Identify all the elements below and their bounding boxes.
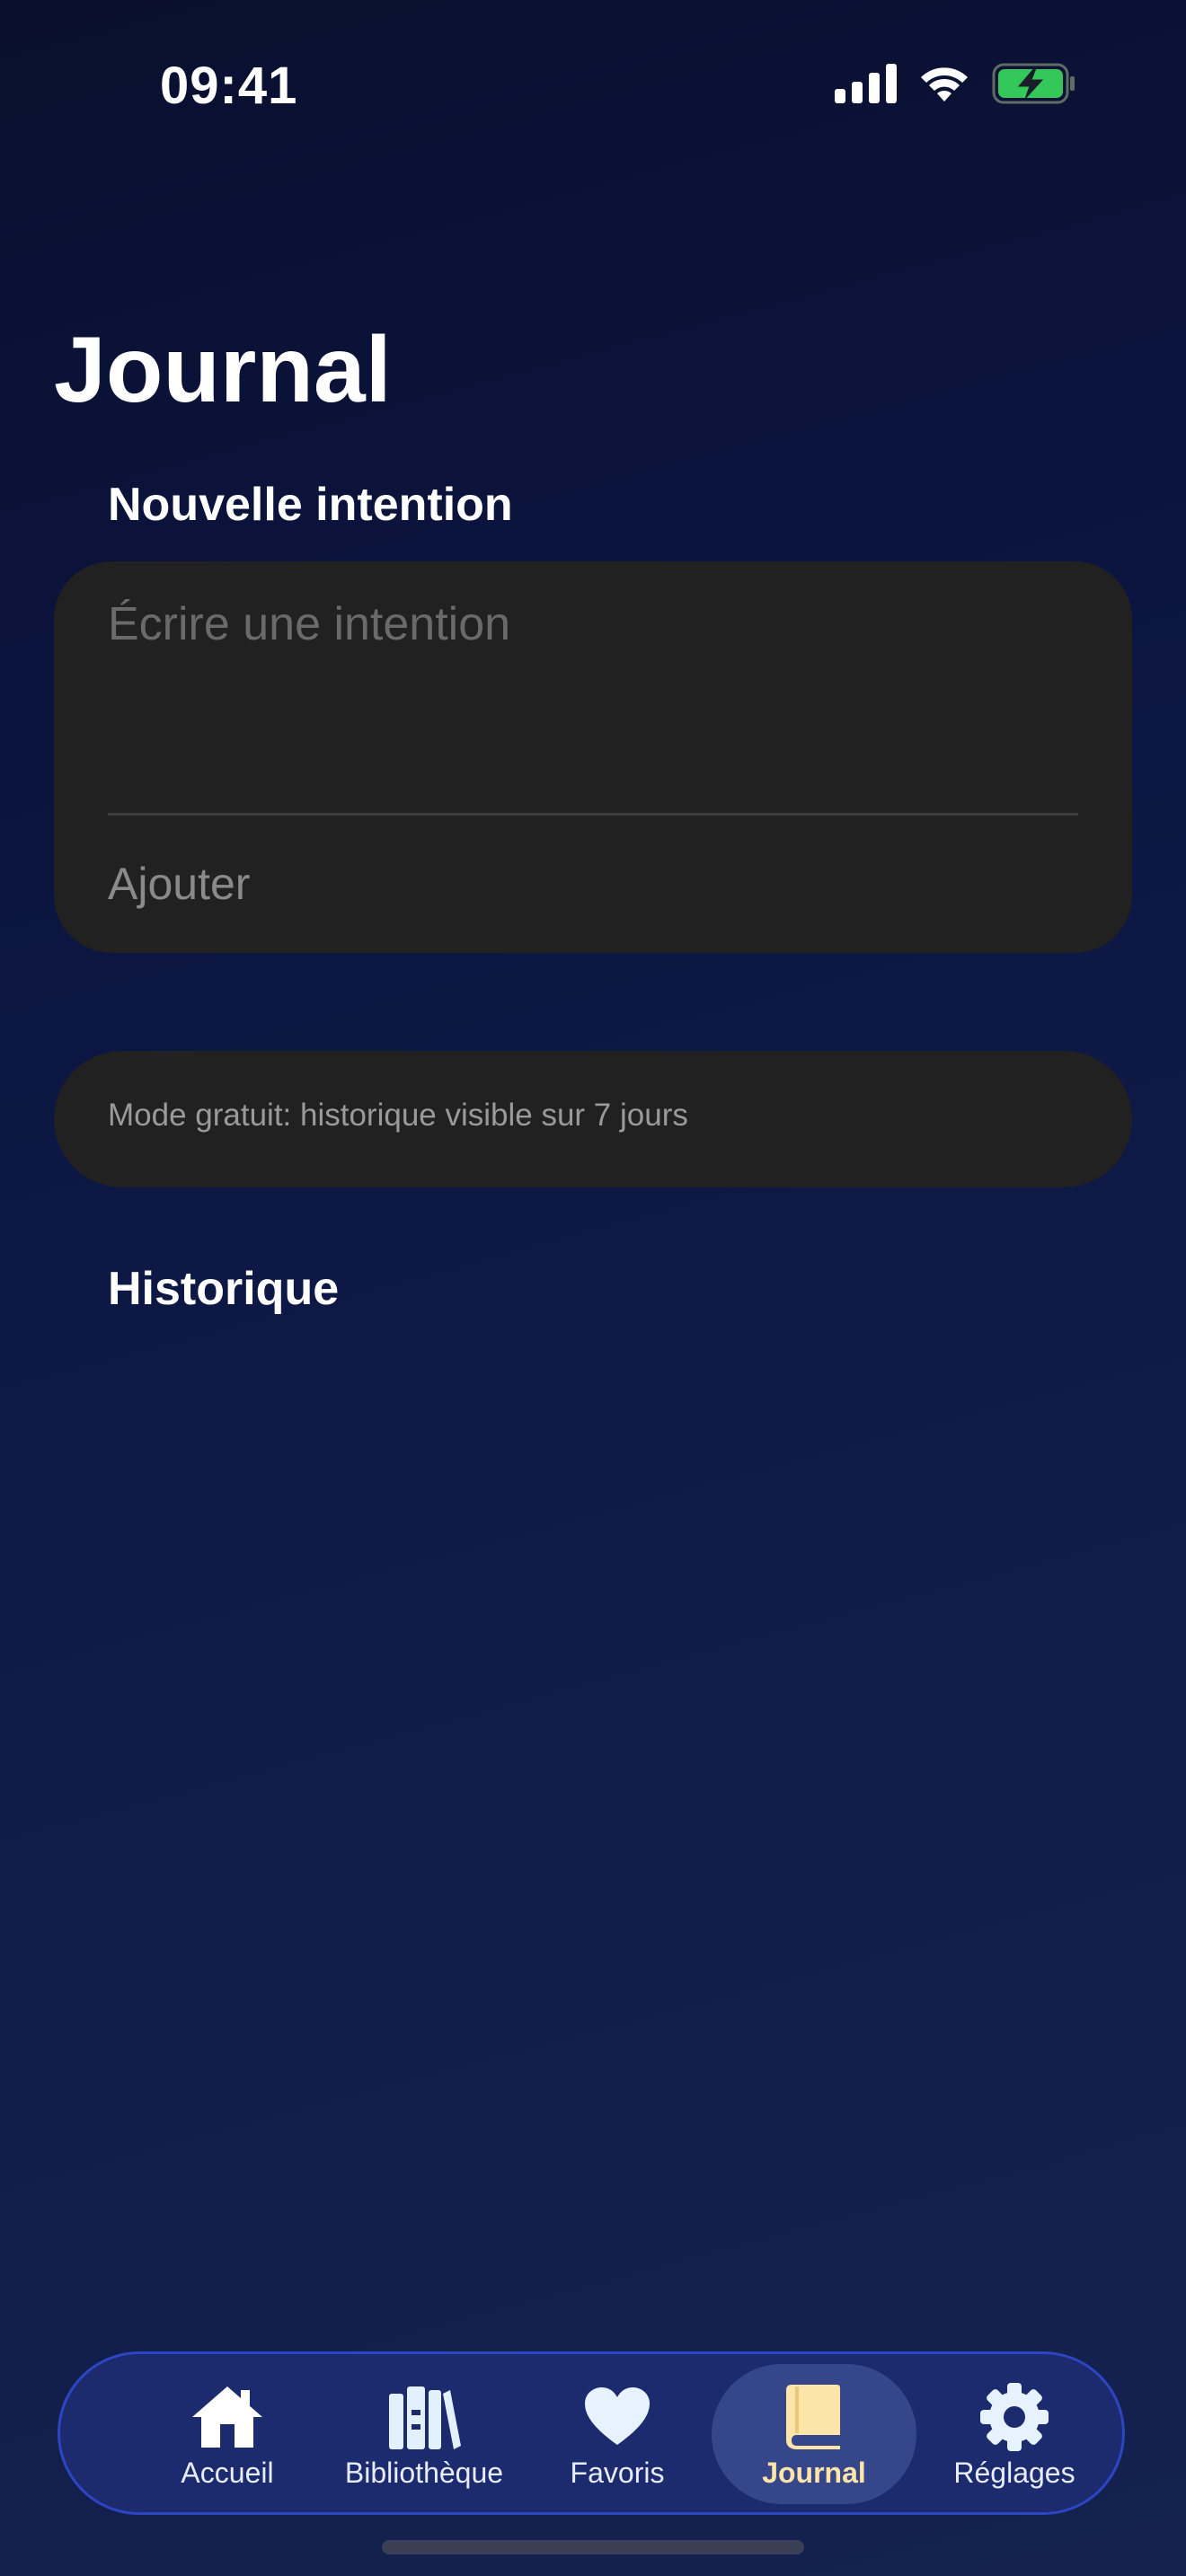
status-time: 09:41: [160, 57, 298, 115]
heart-icon: [577, 2381, 658, 2453]
home-indicator: [382, 2540, 804, 2554]
page-title: Journal: [54, 318, 392, 422]
new-intention-heading: Nouvelle intention: [108, 479, 513, 531]
tab-label-favoris: Favoris: [570, 2457, 665, 2489]
wifi-icon: [918, 64, 970, 103]
tab-label-accueil: Accueil: [181, 2457, 274, 2489]
free-mode-info-text: Mode gratuit: historique visible sur 7 j…: [108, 1098, 688, 1133]
tab-label-bibliotheque: Bibliothèque: [344, 2457, 504, 2489]
status-bar: 09:41: [0, 0, 1186, 171]
gear-icon: [974, 2381, 1055, 2453]
divider: [108, 813, 1078, 816]
tab-bibliotheque[interactable]: Bibliothèque: [316, 2354, 532, 2512]
history-list: [54, 1347, 1132, 2245]
tab-label-journal: Journal: [762, 2457, 866, 2489]
free-mode-info-card: Mode gratuit: historique visible sur 7 j…: [54, 1051, 1132, 1187]
cellular-signal-icon: [835, 64, 897, 103]
tab-label-reglages: Réglages: [953, 2457, 1075, 2489]
history-heading: Historique: [108, 1263, 340, 1315]
tab-bar: Accueil Bibliothèque Favoris Journal Rég…: [58, 2351, 1125, 2515]
book-icon: [774, 2381, 854, 2453]
books-icon: [384, 2381, 465, 2453]
tab-accueil[interactable]: Accueil: [137, 2354, 317, 2512]
status-icons: [835, 63, 1076, 104]
new-intention-card: Ajouter: [54, 561, 1132, 953]
add-intention-button[interactable]: Ajouter: [108, 858, 250, 910]
tab-journal[interactable]: Journal: [724, 2354, 904, 2512]
intention-input[interactable]: [108, 597, 1078, 777]
tab-favoris[interactable]: Favoris: [527, 2354, 707, 2512]
tab-reglages[interactable]: Réglages: [925, 2354, 1104, 2512]
house-icon: [187, 2381, 268, 2453]
battery-charging-icon: [992, 63, 1076, 104]
